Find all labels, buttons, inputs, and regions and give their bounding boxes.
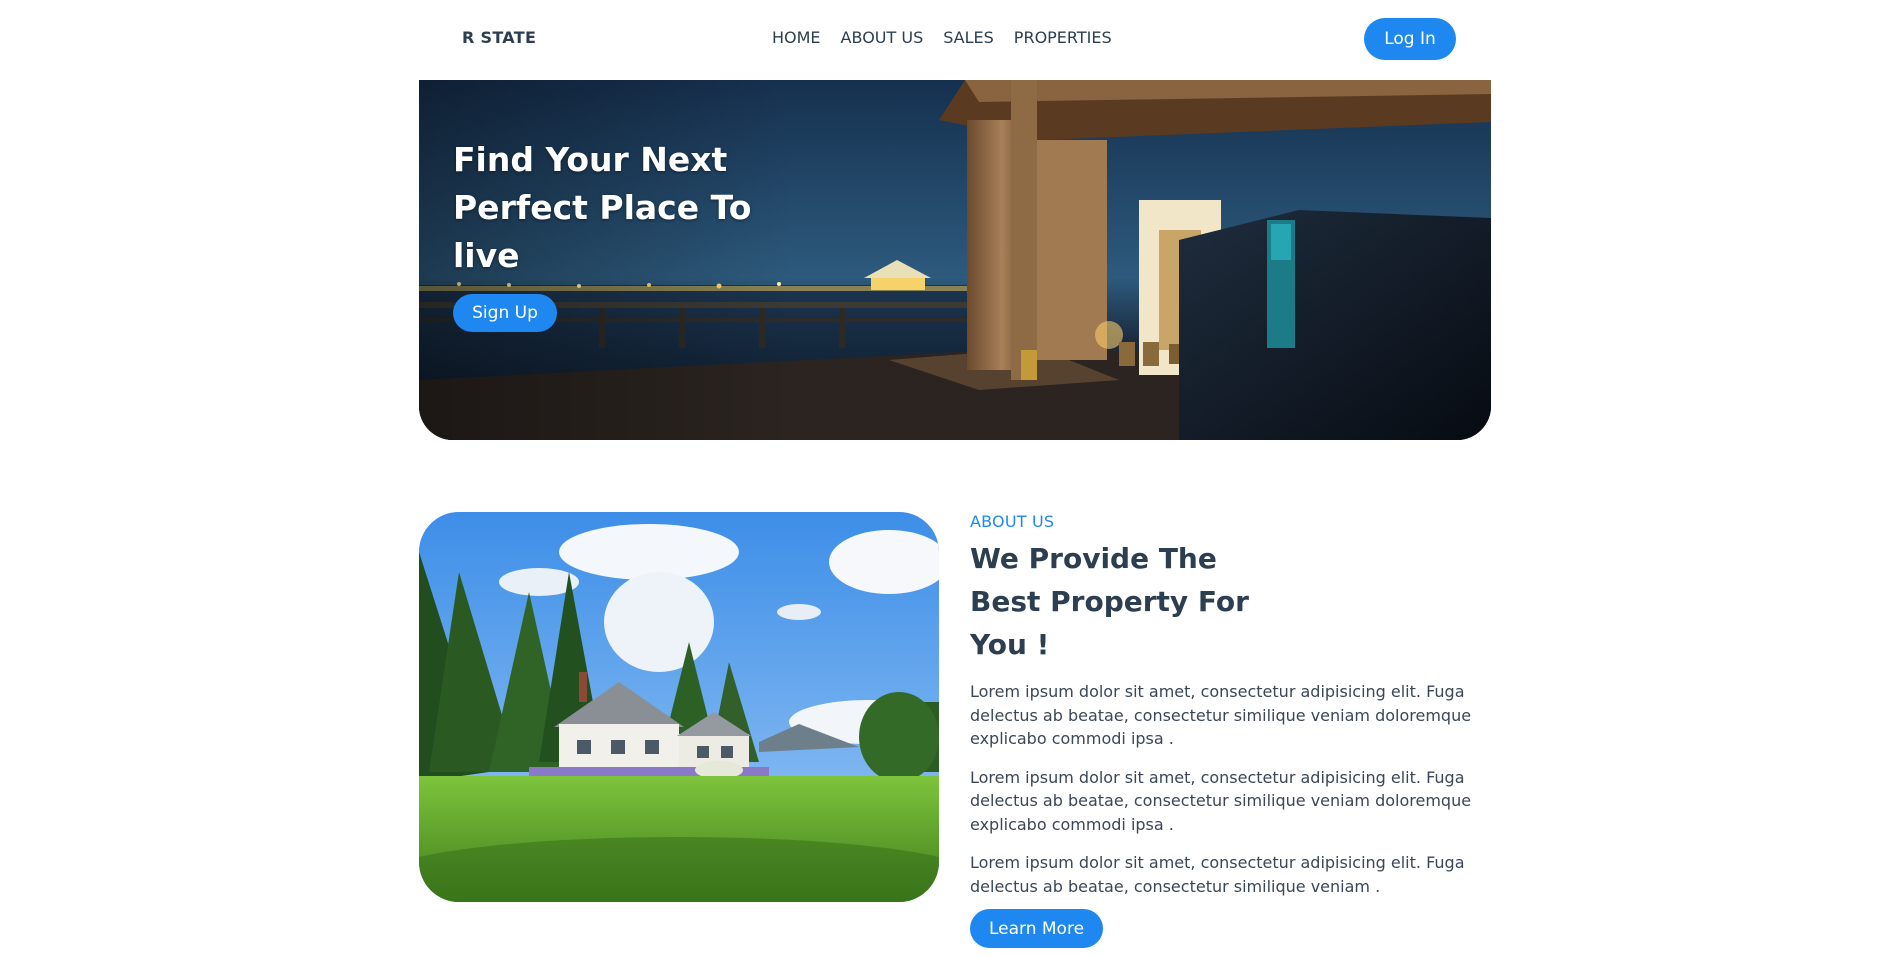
about-paragraph: Lorem ipsum dolor sit amet, consectetur … [970, 682, 1472, 748]
hero-banner: Find Your Next Perfect Place To live Sig… [419, 80, 1491, 440]
nav-link-home[interactable]: HOME [772, 28, 821, 47]
nav-link-about-us[interactable]: ABOUT US [841, 28, 924, 47]
nav-link-sales[interactable]: SALES [943, 28, 994, 47]
learn-more-button[interactable]: Learn More [970, 909, 1103, 948]
login-button[interactable]: Log In [1364, 18, 1456, 60]
about-paragraph: Lorem ipsum dolor sit amet, consectetur … [970, 853, 1465, 896]
signup-button[interactable]: Sign Up [453, 294, 557, 332]
page: R STATE HOME ABOUT US SALES PROPERTIES L… [0, 0, 1898, 956]
about-content: ABOUT US We Provide The Best Property Fo… [970, 512, 1475, 948]
hero-title: Find Your Next Perfect Place To live [453, 140, 752, 275]
navbar: R STATE HOME ABOUT US SALES PROPERTIES L… [0, 0, 1898, 80]
about-eyebrow: ABOUT US [970, 512, 1055, 531]
about-image [419, 512, 939, 902]
about-heading: We Provide The Best Property For You ! [970, 542, 1249, 661]
brand-logo[interactable]: R STATE [462, 28, 536, 47]
about-paragraph: Lorem ipsum dolor sit amet, consectetur … [970, 767, 1472, 834]
nav-links: HOME ABOUT US SALES PROPERTIES [772, 28, 1112, 47]
nav-link-properties[interactable]: PROPERTIES [1014, 28, 1112, 47]
